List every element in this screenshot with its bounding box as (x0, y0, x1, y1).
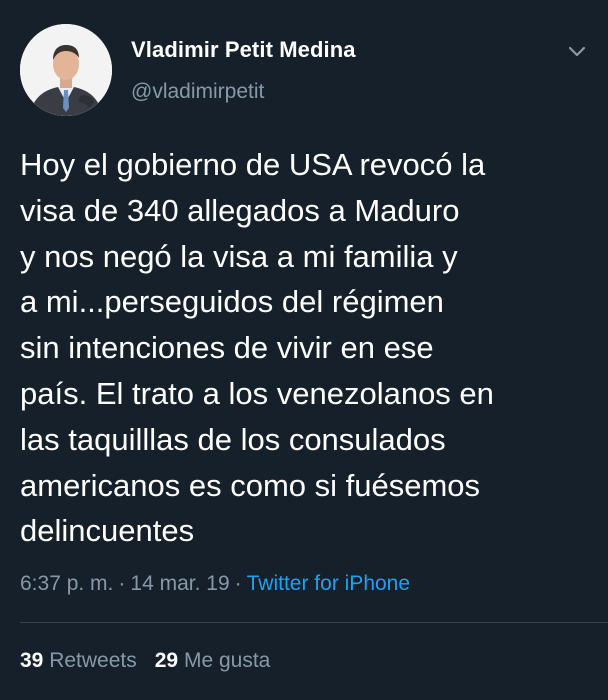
tweet-source-link[interactable]: Twitter for iPhone (247, 572, 410, 595)
tweet-text-line: visa de 340 allegados a Maduro (20, 192, 460, 228)
tweet-text-line: sin intenciones de vivir en ese (20, 330, 434, 366)
likes-stat[interactable]: 29 Me gusta (155, 649, 271, 672)
meta-separator: · (118, 572, 126, 595)
display-name[interactable]: Vladimir Petit Medina (131, 37, 356, 63)
retweets-label: Retweets (49, 649, 137, 672)
avatar-image (20, 24, 112, 116)
avatar[interactable] (20, 24, 112, 116)
tweet-text-line: delincuentes (20, 513, 195, 549)
tweet-text-line: las taquilllas de los consulados (20, 421, 446, 457)
tweet-text-line: Hoy el gobierno de USA revocó la (20, 147, 486, 182)
divider (20, 622, 608, 623)
tweet-metadata: 6:37 p. m. · 14 mar. 19 · Twitter for iPhone (20, 572, 410, 596)
tweet-text-line: y nos negó la visa a mi familia y (20, 238, 458, 274)
retweets-stat[interactable]: 39 Retweets (20, 649, 137, 672)
user-handle[interactable]: @vladimirpetit (131, 80, 264, 104)
tweet-text-line: país. El trato a los venezolanos en (20, 375, 494, 411)
retweets-count: 39 (20, 649, 44, 672)
meta-separator: · (234, 572, 242, 595)
tweet-text-line: a mi...perseguidos del régimen (20, 284, 444, 320)
likes-label: Me gusta (183, 649, 271, 672)
chevron-down-icon[interactable] (566, 40, 588, 62)
tweet-date: 14 mar. 19 (130, 572, 230, 595)
engagement-stats: 39 Retweets 29 Me gusta (20, 649, 270, 673)
tweet-text: Hoy el gobierno de USA revocó la visa de… (20, 142, 595, 554)
likes-count: 29 (154, 649, 179, 672)
tweet-text-line: americanos es como si fuésemos (20, 467, 481, 503)
tweet-card: Vladimir Petit Medina @vladimirpetit Hoy… (0, 0, 608, 700)
tweet-time: 6:37 p. m. (20, 572, 114, 595)
